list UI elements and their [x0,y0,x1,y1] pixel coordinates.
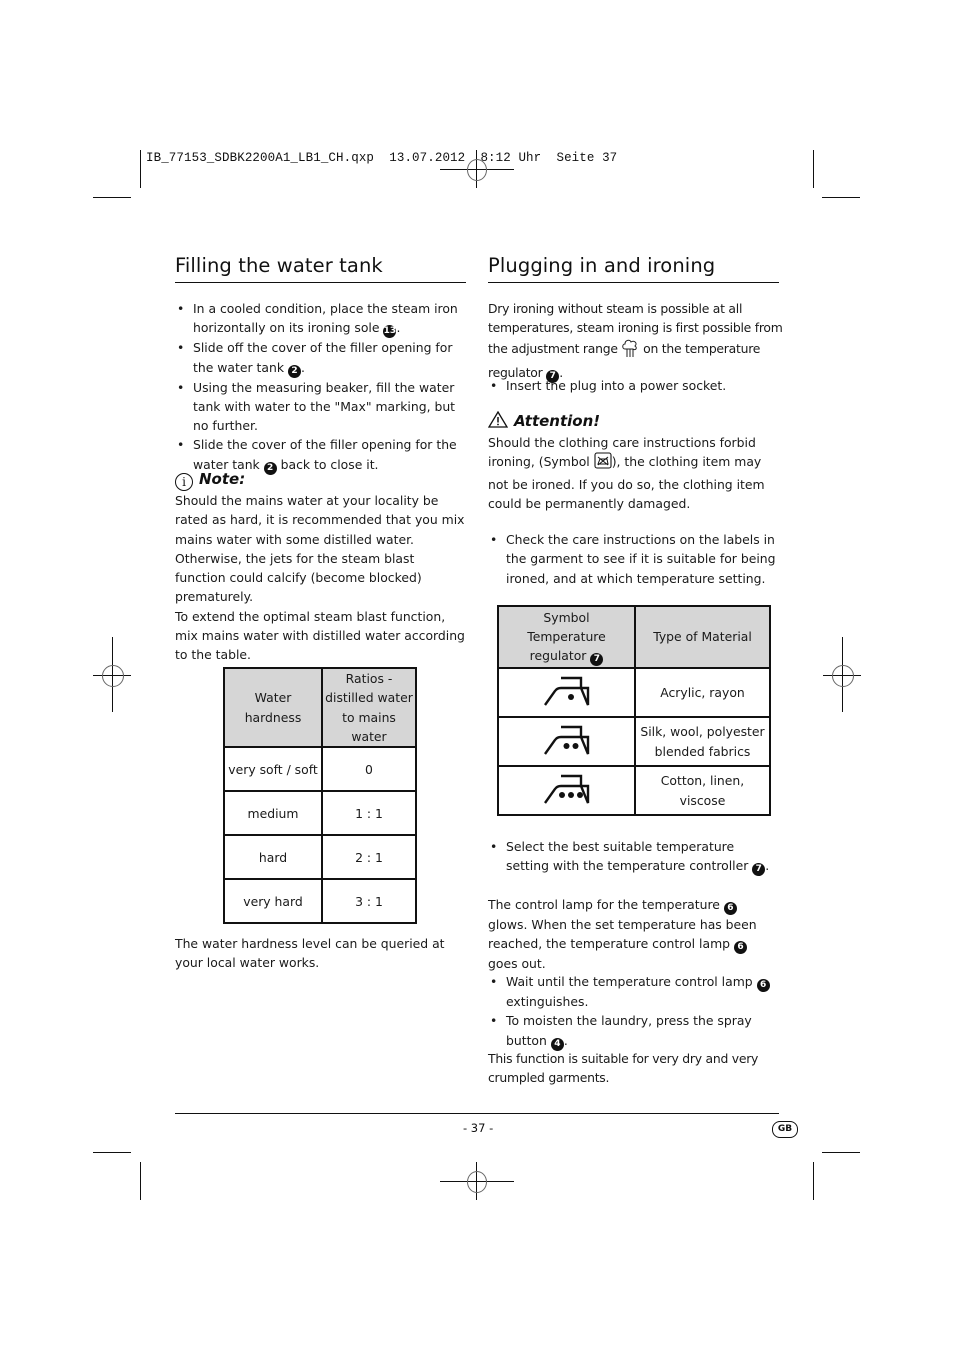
steam-icon [621,338,639,363]
ref-number: 7 [752,863,766,877]
attention-text: Should the clothing care instructions fo… [488,435,765,511]
ref-number: 13 [383,325,397,339]
plug-step: Insert the plug into a power socket. [488,376,780,396]
ref-number: 6 [733,941,747,955]
temperature-dot [567,791,574,798]
attention-heading: Attention! [487,410,784,433]
list-item: Insert the plug into a power socket. [488,376,780,396]
page-number: - 37 - [463,1121,494,1135]
list-item: Check the care instructions on the label… [488,530,780,588]
list-item: Select the best suitable temperature set… [488,837,780,877]
column-header: Water hardness [223,666,323,749]
note-paragraph: Should the mains water at your locality … [175,493,465,605]
attention-box: Attention! Should the clothing care inst… [487,410,784,513]
note-paragraph: To extend the optimal steam blast functi… [175,608,465,663]
temperature-dot [563,742,569,749]
list-item: To moisten the laundry, press the spray … [488,1011,780,1051]
temperature-dot [576,791,583,798]
ref-number: 6 [756,979,770,992]
iron-three-dots-icon [497,765,636,816]
intro-paragraph: Dry ironing without steam is possible at… [488,301,783,383]
temperature-dot [572,742,578,749]
ref-number: 6 [723,902,737,915]
column-header: Ratios - distilled water to mains water [321,666,417,749]
language-badge: GB [772,1121,798,1138]
select-step: Select the best suitable temperature set… [488,837,780,877]
table-header-row: Symbol Temperature regulator 7 Type of M… [497,605,771,669]
lamp-paragraph: The control lamp for the temperature 6 g… [488,897,757,972]
temperature-dot [567,693,574,700]
check-step: Check the care instructions on the label… [488,530,780,588]
list-item: Using the measuring beaker, fill the wat… [175,378,467,436]
crop-mark [822,1152,860,1153]
print-slug: IB_77153_SDBK2200A1_LB1_CH.qxp 13.07.201… [146,151,618,165]
footer-rule [175,1113,779,1114]
closing-paragraph: This function is suitable for very dry a… [488,1051,759,1086]
note-box: i Note: Should the mains water at your lo… [175,469,467,665]
crop-mark [813,1162,814,1200]
info-icon: i [175,473,193,491]
crop-mark [140,1162,141,1200]
list-item: In a cooled condition, place the steam i… [175,299,467,339]
table-row: Acrylic, rayon [497,667,771,718]
water-hardness-table: Water hardness Ratios - distilled water … [223,666,417,925]
water-works-note: The water hardness level can be queried … [175,936,445,971]
crop-mark [140,150,141,188]
title-rule [175,282,466,283]
temperature-material-table: Symbol Temperature regulator 7 Type of M… [497,605,771,816]
iron-two-dots-icon [497,716,636,767]
iron-one-dot-icon [497,667,636,718]
list-item: Slide off the cover of the filler openin… [175,338,467,378]
do-not-iron-icon [594,452,612,474]
filling-steps: In a cooled condition, place the steam i… [175,299,467,475]
column-header: Type of Material [634,605,771,669]
table-row: medium 1 : 1 [223,790,417,837]
table-header-row: Water hardness Ratios - distilled water … [223,666,417,749]
ref-number: 2 [287,364,301,378]
table-row: hard 2 : 1 [223,834,417,881]
crop-mark [822,197,860,198]
note-heading: i Note: [175,469,467,491]
table-row: very soft / soft 0 [223,746,417,793]
ref-number: 7 [590,653,604,667]
section-title-plugging: Plugging in and ironing [488,254,716,277]
crop-mark [93,197,131,198]
temperature-dot [558,791,565,798]
crop-mark [813,150,814,188]
table-row: Silk, wool, polyester blended fabrics [497,716,771,767]
table-row: very hard 3 : 1 [223,878,417,925]
list-item: Wait until the temperature control lamp … [488,972,780,1011]
column-header: Symbol Temperature regulator 7 [497,605,636,669]
warning-icon [487,410,509,432]
table-row: Cotton, linen, viscose [497,765,771,816]
crop-mark [93,1152,131,1153]
title-rule [488,282,779,283]
section-title-filling: Filling the water tank [175,254,383,277]
final-steps: Wait until the temperature control lamp … [488,972,780,1051]
